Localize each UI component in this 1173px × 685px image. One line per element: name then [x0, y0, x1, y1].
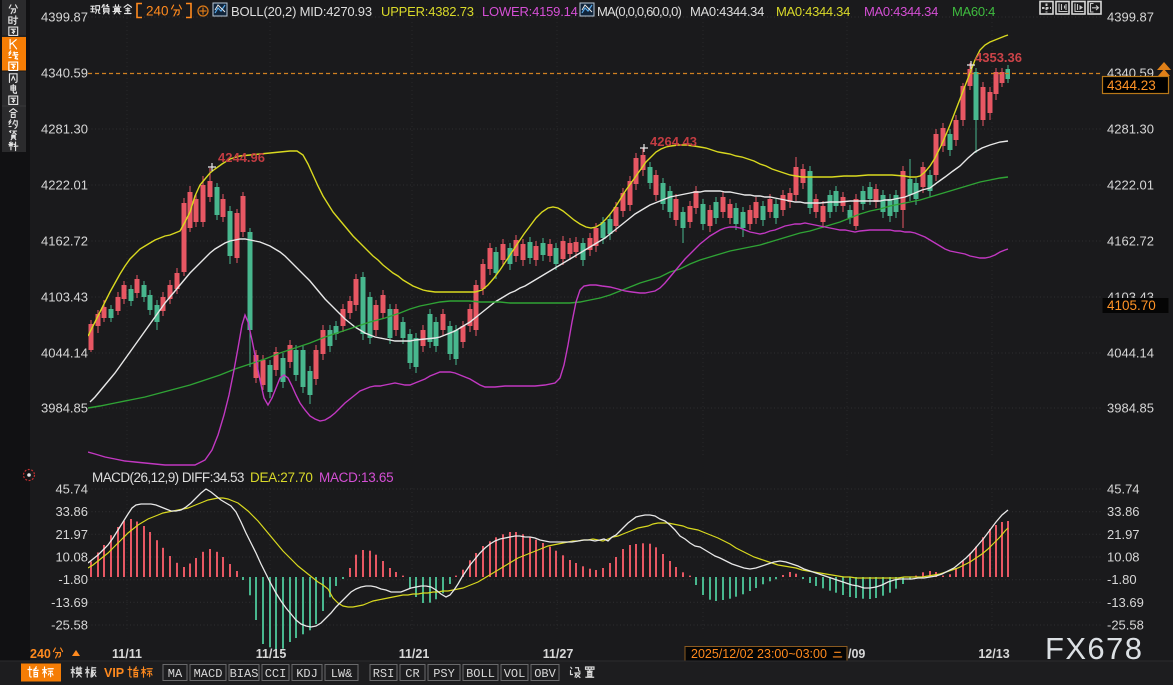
svg-text:-13.69: -13.69 — [1107, 595, 1144, 610]
svg-text:2025/12/02 23:00~03:00: 2025/12/02 23:00~03:00 — [691, 647, 827, 661]
svg-text:BOLL(20,2) MID:4270.93: BOLL(20,2) MID:4270.93 — [231, 4, 372, 19]
svg-text:UPPER:4382.73: UPPER:4382.73 — [381, 4, 474, 19]
svg-text:LOWER:4159.14: LOWER:4159.14 — [482, 4, 578, 19]
svg-text:-1.80: -1.80 — [58, 572, 88, 587]
svg-text:45.74: 45.74 — [1107, 482, 1140, 497]
svg-text:4281.30: 4281.30 — [41, 122, 88, 137]
svg-text:4399.87: 4399.87 — [41, 10, 88, 25]
svg-text:BOLL: BOLL — [466, 667, 495, 681]
svg-text:240: 240 — [146, 4, 169, 19]
svg-text:10.08: 10.08 — [55, 550, 88, 565]
svg-text:4399.87: 4399.87 — [1107, 10, 1154, 25]
svg-text:/09: /09 — [848, 647, 865, 661]
svg-text:MA: MA — [168, 667, 183, 681]
svg-text:VIP: VIP — [104, 666, 124, 680]
svg-text:4103.43: 4103.43 — [41, 290, 88, 305]
svg-text:4244.96: 4244.96 — [218, 150, 265, 165]
svg-text:4222.01: 4222.01 — [1107, 178, 1154, 193]
svg-text:MACD: MACD — [194, 667, 223, 681]
svg-text:3984.85: 3984.85 — [1107, 401, 1154, 416]
svg-text:4162.72: 4162.72 — [1107, 234, 1154, 249]
svg-text:OBV: OBV — [534, 667, 556, 681]
svg-text:33.86: 33.86 — [1107, 504, 1140, 519]
svg-text:LW&: LW& — [331, 667, 353, 681]
svg-text:4044.14: 4044.14 — [41, 346, 88, 361]
svg-text:11/27: 11/27 — [543, 647, 574, 661]
svg-text:240: 240 — [30, 647, 51, 661]
svg-text:MA0:4344.34: MA0:4344.34 — [864, 4, 938, 19]
svg-text:3984.85: 3984.85 — [41, 401, 88, 416]
svg-text:VOL: VOL — [504, 667, 526, 681]
svg-text:BIAS: BIAS — [230, 667, 259, 681]
svg-text:45.74: 45.74 — [55, 482, 88, 497]
svg-text:DEA:27.70: DEA:27.70 — [250, 470, 313, 485]
svg-text:11/15: 11/15 — [256, 647, 287, 661]
svg-text:10.08: 10.08 — [1107, 550, 1140, 565]
svg-text:-1.80: -1.80 — [1107, 572, 1137, 587]
svg-text:12/13: 12/13 — [978, 647, 1009, 661]
svg-text:4162.72: 4162.72 — [41, 234, 88, 249]
svg-text:MA(0,0,0,60,0,0): MA(0,0,0,60,0,0) — [597, 4, 681, 19]
svg-text:21.97: 21.97 — [1107, 527, 1140, 542]
svg-text:11/21: 11/21 — [399, 647, 430, 661]
svg-text:4222.01: 4222.01 — [41, 178, 88, 193]
svg-text:4105.70: 4105.70 — [1107, 298, 1156, 313]
svg-text:PSY: PSY — [433, 667, 455, 681]
svg-text:-25.58: -25.58 — [51, 618, 88, 633]
svg-text:4340.59: 4340.59 — [41, 66, 88, 81]
svg-text:4353.36: 4353.36 — [975, 50, 1022, 65]
svg-text:RSI: RSI — [373, 667, 395, 681]
svg-text:33.86: 33.86 — [55, 504, 88, 519]
svg-text:MACD:13.65: MACD:13.65 — [319, 470, 393, 485]
svg-text:CCI: CCI — [265, 667, 287, 681]
svg-text:CR: CR — [405, 667, 419, 681]
svg-text:4264.43: 4264.43 — [650, 134, 697, 149]
svg-text:KDJ: KDJ — [296, 667, 318, 681]
svg-text:MACD(26,12,9) DIFF:34.53: MACD(26,12,9) DIFF:34.53 — [92, 470, 244, 485]
svg-text:4344.23: 4344.23 — [1107, 78, 1156, 93]
svg-text:MA0:4344.34: MA0:4344.34 — [776, 4, 850, 19]
svg-text:MA60:4: MA60:4 — [952, 4, 995, 19]
svg-text:4281.30: 4281.30 — [1107, 122, 1154, 137]
svg-text:21.97: 21.97 — [55, 527, 88, 542]
svg-text:MA0:4344.34: MA0:4344.34 — [690, 4, 764, 19]
svg-text:-13.69: -13.69 — [51, 595, 88, 610]
svg-text:4044.14: 4044.14 — [1107, 346, 1154, 361]
svg-text:11/11: 11/11 — [112, 647, 142, 661]
